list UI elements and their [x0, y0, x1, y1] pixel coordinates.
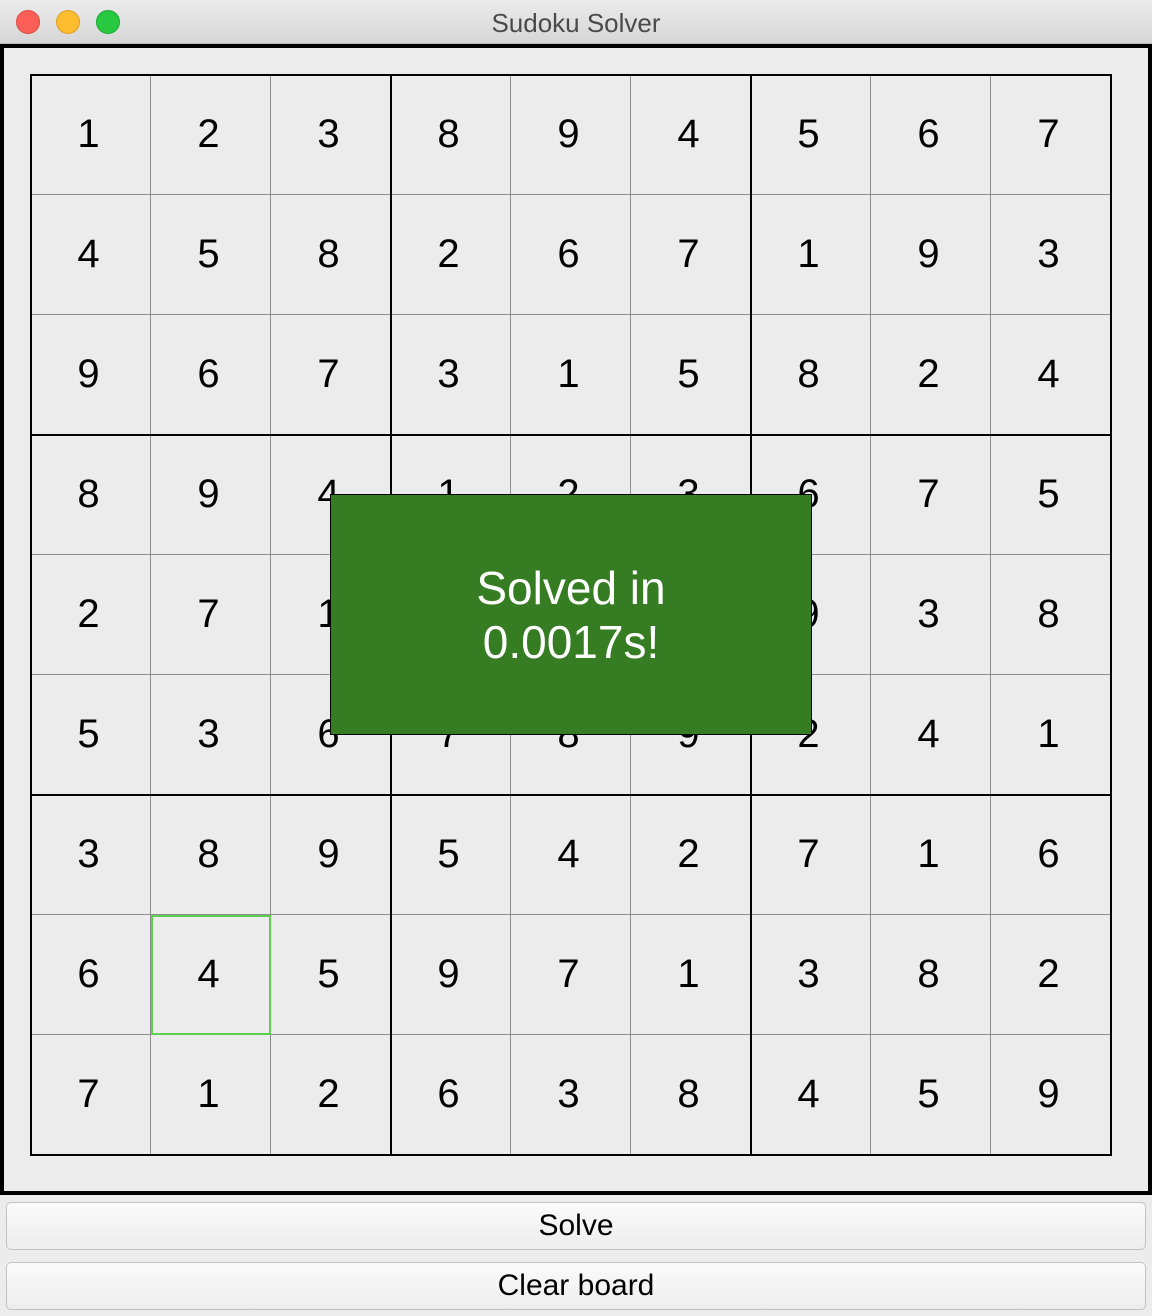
sudoku-cell[interactable]: 3 [510, 1034, 631, 1155]
sudoku-cell[interactable]: 1 [150, 1034, 271, 1155]
sudoku-cell[interactable]: 6 [150, 314, 271, 435]
window-titlebar: Sudoku Solver [0, 0, 1152, 44]
sudoku-cell[interactable]: 4 [30, 194, 151, 315]
sudoku-cell[interactable]: 3 [750, 914, 871, 1035]
sudoku-cell[interactable]: 5 [150, 194, 271, 315]
sudoku-cell[interactable]: 6 [390, 1034, 511, 1155]
sudoku-cell[interactable]: 2 [390, 194, 511, 315]
sudoku-cell[interactable]: 7 [870, 434, 991, 555]
sudoku-cell[interactable]: 9 [390, 914, 511, 1035]
sudoku-cell[interactable]: 5 [870, 1034, 991, 1155]
sudoku-cell[interactable]: 4 [750, 1034, 871, 1155]
box-divider-horizontal [30, 74, 1112, 76]
sudoku-cell[interactable]: 1 [30, 74, 151, 195]
sudoku-cell[interactable]: 5 [630, 314, 751, 435]
sudoku-cell[interactable]: 2 [150, 74, 271, 195]
sudoku-cell[interactable]: 8 [270, 194, 391, 315]
sudoku-cell[interactable]: 5 [990, 434, 1111, 555]
sudoku-cell[interactable]: 8 [630, 1034, 751, 1155]
window-title: Sudoku Solver [491, 8, 661, 38]
sudoku-cell[interactable]: 2 [270, 1034, 391, 1155]
clear-board-button[interactable]: Clear board [6, 1262, 1146, 1310]
sudoku-cell[interactable]: 4 [630, 74, 751, 195]
sudoku-cell[interactable]: 1 [750, 194, 871, 315]
box-divider-vertical [1110, 74, 1112, 1156]
sudoku-cell[interactable]: 1 [630, 914, 751, 1035]
sudoku-cell[interactable]: 8 [750, 314, 871, 435]
sudoku-cell[interactable]: 3 [270, 74, 391, 195]
box-divider-vertical [30, 74, 32, 1156]
sudoku-cell[interactable]: 2 [990, 914, 1111, 1035]
sudoku-cell[interactable]: 9 [30, 314, 151, 435]
solved-message-line1: Solved in [476, 561, 666, 614]
sudoku-cell[interactable]: 1 [870, 794, 991, 915]
sudoku-cell[interactable]: 9 [150, 434, 271, 555]
sudoku-cell[interactable]: 6 [30, 914, 151, 1035]
sudoku-cell[interactable]: 1 [510, 314, 631, 435]
sudoku-cell[interactable]: 9 [510, 74, 631, 195]
sudoku-cell[interactable]: 1 [990, 674, 1111, 795]
sudoku-cell[interactable]: 3 [390, 314, 511, 435]
sudoku-cell[interactable]: 5 [270, 914, 391, 1035]
sudoku-cell[interactable]: 5 [750, 74, 871, 195]
sudoku-cell[interactable]: 3 [870, 554, 991, 675]
sudoku-cell[interactable]: 5 [30, 674, 151, 795]
sudoku-cell[interactable]: 4 [990, 314, 1111, 435]
sudoku-cell[interactable]: 2 [30, 554, 151, 675]
sudoku-cell[interactable]: 3 [150, 674, 271, 795]
sudoku-cell[interactable]: 3 [30, 794, 151, 915]
sudoku-cell[interactable]: 7 [30, 1034, 151, 1155]
sudoku-cell[interactable]: 8 [30, 434, 151, 555]
sudoku-cell[interactable]: 7 [270, 314, 391, 435]
sudoku-cell[interactable]: 7 [750, 794, 871, 915]
sudoku-cell[interactable]: 6 [510, 194, 631, 315]
box-divider-horizontal [30, 1154, 1112, 1156]
selected-cell-highlight [151, 915, 271, 1035]
solved-message-line2: 0.0017s! [482, 615, 660, 668]
sudoku-cell[interactable]: 7 [990, 74, 1111, 195]
sudoku-cell[interactable]: 7 [150, 554, 271, 675]
sudoku-cell[interactable]: 7 [510, 914, 631, 1035]
sudoku-cell[interactable]: 2 [870, 314, 991, 435]
sudoku-cell[interactable]: 9 [270, 794, 391, 915]
sudoku-cell[interactable]: 8 [150, 794, 271, 915]
solve-button[interactable]: Solve [6, 1202, 1146, 1250]
sudoku-cell[interactable]: 8 [870, 914, 991, 1035]
sudoku-cell[interactable]: 9 [870, 194, 991, 315]
sudoku-cell[interactable]: 8 [390, 74, 511, 195]
sudoku-cell[interactable]: 2 [630, 794, 751, 915]
sudoku-cell[interactable]: 4 [870, 674, 991, 795]
box-divider-horizontal [30, 794, 1112, 796]
solved-message: Solved in 0.0017s! [330, 494, 812, 735]
sudoku-cell[interactable]: 6 [870, 74, 991, 195]
sudoku-cell[interactable]: 6 [990, 794, 1111, 915]
sudoku-cell[interactable]: 7 [630, 194, 751, 315]
sudoku-cell[interactable]: 4 [510, 794, 631, 915]
box-divider-horizontal [30, 434, 1112, 436]
sudoku-cell[interactable]: 5 [390, 794, 511, 915]
sudoku-cell[interactable]: 9 [990, 1034, 1111, 1155]
sudoku-cell[interactable]: 3 [990, 194, 1111, 315]
sudoku-cell[interactable]: 8 [990, 554, 1111, 675]
